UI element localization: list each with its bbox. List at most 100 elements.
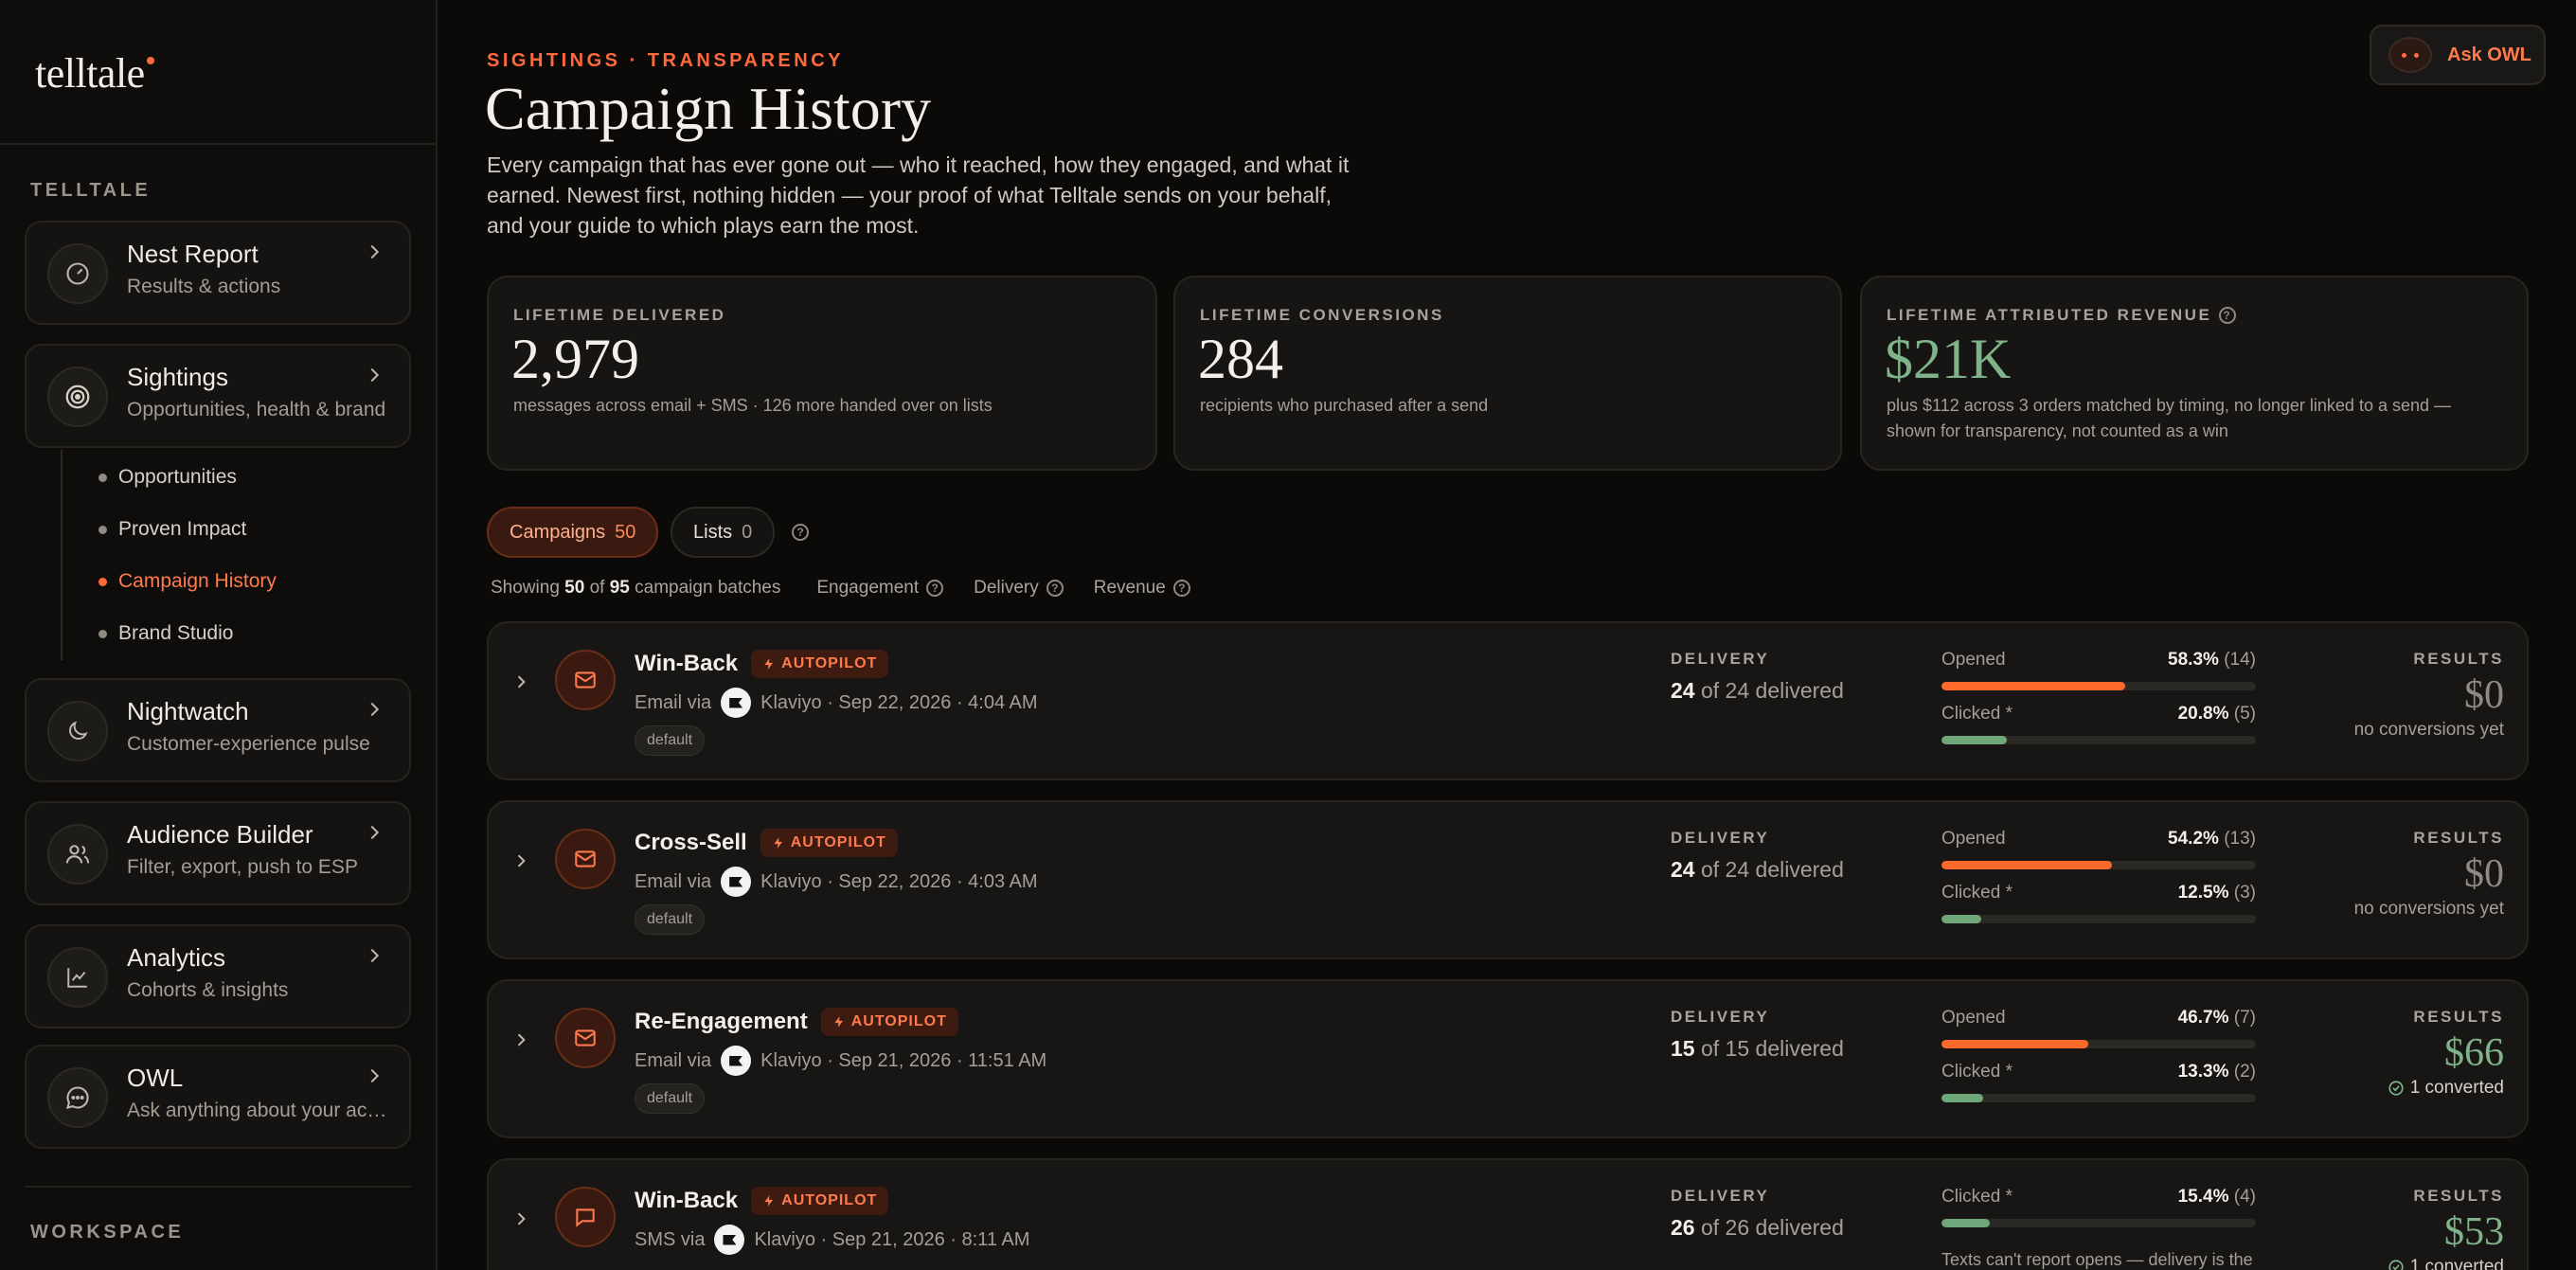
autopilot-badge: AUTOPILOT [820, 1008, 958, 1036]
chevron-right-icon [370, 948, 380, 963]
autopilot-badge: AUTOPILOT [751, 1187, 889, 1215]
sidebar-item-title: Audience Builder [127, 820, 313, 849]
bolt-icon [834, 1016, 843, 1028]
sidebar-item-subtitle: Customer-experience pulse [127, 733, 370, 755]
chevron-right-icon[interactable] [511, 672, 530, 691]
klaviyo-logo-icon [721, 1046, 752, 1076]
breadcrumb: SIGHTINGS · TRANSPARENCY [487, 50, 844, 71]
chevron-right-icon [370, 702, 380, 717]
chat-icon [47, 1067, 108, 1128]
filter-bar: Showing 50 of 95 campaign batches Engage… [491, 578, 1190, 599]
sidebar-item-title: OWL [127, 1064, 184, 1092]
campaign-row[interactable]: Win-Back AUTOPILOT Email via Klaviyo · Sep… [487, 621, 2529, 780]
help-icon: ? [926, 580, 944, 597]
subnav-item-campaign-history[interactable]: Campaign History [98, 570, 277, 593]
delivery-value: 24 of 24 delivered [1671, 678, 1844, 703]
sidebar-item-owl[interactable]: OWL Ask anything about your account [25, 1045, 411, 1149]
chevron-right-icon [370, 1068, 380, 1083]
sidebar: telltale TELLTALE Nest Report Results & … [0, 0, 438, 1270]
autopilot-badge: AUTOPILOT [760, 829, 898, 857]
results-revenue: $66 [2444, 1031, 2504, 1075]
sidebar-item-sightings[interactable]: Sightings Opportunities, health & brand [25, 344, 411, 448]
delivery-filter[interactable]: Delivery? [974, 578, 1064, 599]
segment-tag: default [635, 904, 706, 935]
subnav-item-proven-impact[interactable]: Proven Impact [98, 518, 246, 541]
telltale-logo[interactable]: telltale [35, 49, 154, 98]
engagement-filter[interactable]: Engagement? [816, 578, 944, 599]
clicked-bar-fill [1941, 1219, 1991, 1227]
campaign-meta: SMS via Klaviyo · Sep 21, 2026 · 8:11 AM [635, 1225, 1029, 1255]
help-icon[interactable]: ? [2219, 307, 2237, 324]
campaign-row[interactable]: Re-Engagement AUTOPILOT Email via Klaviyo … [487, 979, 2529, 1138]
tab-lists[interactable]: Lists 0 [671, 507, 776, 558]
sidebar-item-title: Sightings [127, 363, 228, 391]
results-label: RESULTS [2413, 1008, 2504, 1026]
results-note: no conversions yet [2353, 899, 2504, 919]
stat-note: messages across email + SMS · 126 more h… [513, 396, 993, 415]
campaign-name: Re-Engagement [635, 1009, 808, 1034]
subnav-item-opportunities[interactable]: Opportunities [98, 466, 237, 489]
sidebar-item-subtitle: Filter, export, push to ESP [127, 856, 358, 878]
help-icon[interactable]: ? [792, 524, 809, 541]
segment-tag: default [635, 725, 706, 756]
sidebar-item-subtitle: Cohorts & insights [127, 979, 289, 1001]
stat-label: LIFETIME DELIVERED [513, 306, 726, 324]
mail-icon [555, 1008, 616, 1068]
revenue-filter[interactable]: Revenue? [1094, 578, 1190, 599]
sidebar-item-title: Analytics [127, 943, 226, 972]
gauge-icon [47, 243, 108, 304]
chevron-right-icon[interactable] [511, 851, 530, 870]
help-icon: ? [1046, 580, 1064, 597]
results-note: 1 converted [2388, 1078, 2504, 1099]
bolt-icon [774, 837, 782, 849]
sidebar-item-subtitle: Opportunities, health & brand [127, 399, 386, 420]
ask-owl-label: Ask OWL [2447, 44, 2531, 65]
mail-icon [555, 829, 616, 889]
subnav-item-brand-studio[interactable]: Brand Studio [98, 622, 233, 645]
delivery-value: 15 of 15 delivered [1671, 1036, 1844, 1061]
bolt-icon [764, 1195, 774, 1207]
sidebar-item-title: Nest Report [127, 240, 259, 268]
sidebar-item-subtitle: Ask anything about your account [127, 1100, 392, 1121]
subnav-rail [61, 450, 63, 660]
sidebar-item-audience-builder[interactable]: Audience Builder Filter, export, push to… [25, 801, 411, 905]
chevron-right-icon [370, 244, 380, 259]
stat-card-revenue: LIFETIME ATTRIBUTED REVENUE? $21K plus $… [1860, 276, 2529, 471]
section-label-workspace: WORKSPACE [30, 1222, 185, 1243]
sidebar-divider [0, 143, 438, 145]
sidebar-item-analytics[interactable]: Analytics Cohorts & insights [25, 924, 411, 1029]
users-icon [47, 824, 108, 885]
bolt-icon [764, 658, 774, 670]
chevron-right-icon [370, 367, 380, 383]
chart-icon [47, 947, 108, 1008]
tab-campaigns[interactable]: Campaigns 50 [487, 507, 659, 558]
opened-metric: Opened 58.3% (14) [1941, 650, 2256, 690]
help-icon: ? [1172, 580, 1190, 597]
check-circle-icon [2388, 1081, 2404, 1096]
clicked-bar-fill [1941, 915, 1981, 923]
delivery-value: 26 of 26 delivered [1671, 1215, 1844, 1240]
chevron-right-icon[interactable] [511, 1030, 530, 1049]
results-revenue: $0 [2464, 673, 2504, 717]
results-revenue: $0 [2464, 852, 2504, 896]
chevron-right-icon[interactable] [511, 1209, 530, 1228]
ask-owl-button[interactable]: Ask OWL [2370, 25, 2546, 85]
page-description: Every campaign that has ever gone out — … [487, 152, 1350, 238]
sidebar-item-nest-report[interactable]: Nest Report Results & actions [25, 221, 411, 325]
stat-note: recipients who purchased after a send [1200, 396, 1489, 415]
sidebar-item-title: Nightwatch [127, 697, 249, 725]
stat-value: 284 [1198, 328, 1283, 390]
page-title: Campaign History [485, 75, 932, 142]
section-label-telltale: TELLTALE [30, 180, 152, 201]
clicked-metric: Clicked * 12.5% (3) [1941, 883, 2256, 923]
opened-bar-fill [1941, 861, 2112, 869]
campaign-row[interactable]: Cross-Sell AUTOPILOT Email via Klaviyo · S… [487, 800, 2529, 959]
clicked-metric: Clicked * 20.8% (5) [1941, 704, 2256, 744]
stat-card-conversions: LIFETIME CONVERSIONS 284 recipients who … [1173, 276, 1842, 471]
campaign-row[interactable]: Win-Back AUTOPILOT SMS via Klaviyo · Sep 2… [487, 1158, 2529, 1270]
sms-icon [555, 1187, 616, 1247]
mail-icon [555, 650, 616, 710]
sidebar-item-nightwatch[interactable]: Nightwatch Customer-experience pulse [25, 678, 411, 782]
klaviyo-logo-icon [721, 867, 752, 897]
stat-value: 2,979 [511, 328, 639, 390]
